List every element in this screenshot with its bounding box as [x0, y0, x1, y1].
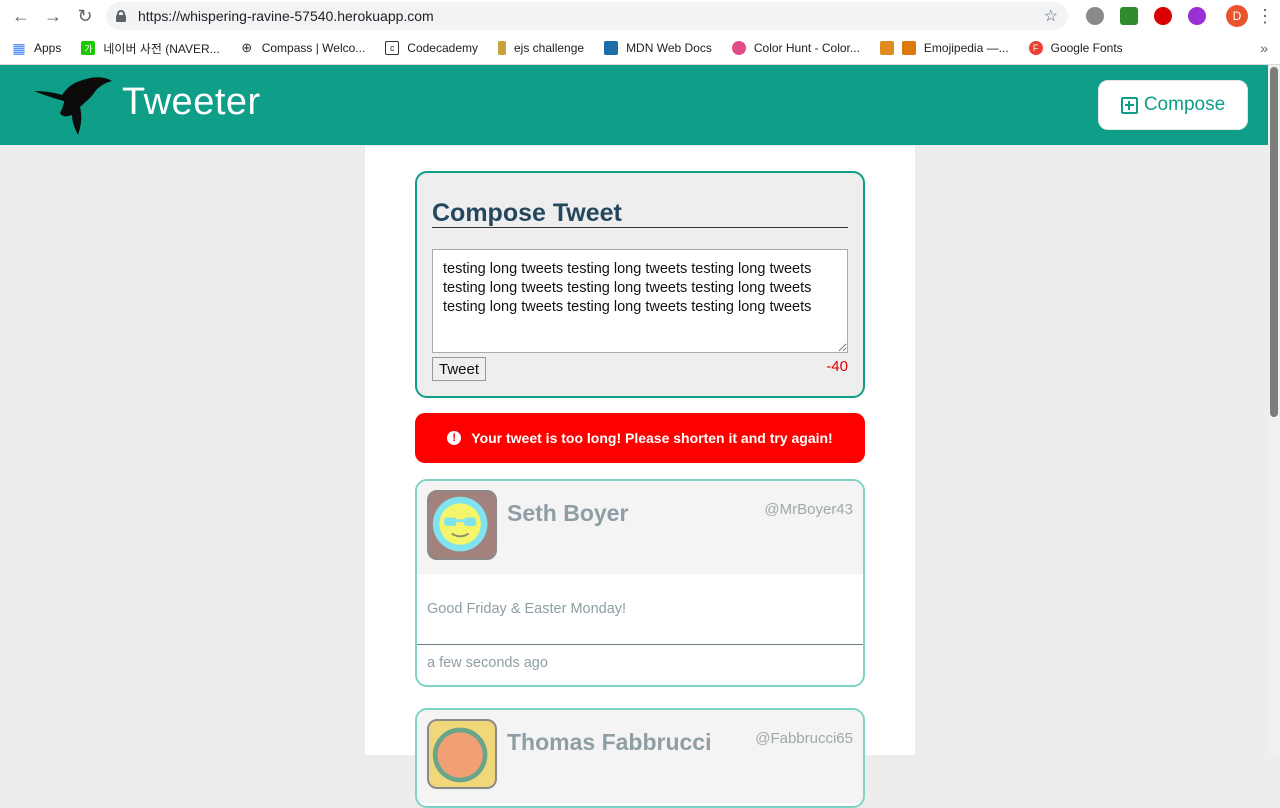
stop-extension-icon[interactable]: [1154, 7, 1172, 25]
bookmark-label: Color Hunt - Color...: [753, 41, 860, 55]
compose-button-label: Compose: [1143, 94, 1226, 115]
bookmark-label: Google Fonts: [1050, 41, 1123, 55]
app-title: Tweeter: [122, 81, 261, 123]
tweet-author-handle: @Fabbrucci65: [755, 730, 853, 747]
bookmark-apps[interactable]: ▦ Apps: [12, 39, 62, 56]
address-bar[interactable]: https://whispering-ravine-57540.herokuap…: [106, 2, 1068, 30]
bookmark-label: 네이버 사전 (NAVER...: [103, 41, 220, 56]
error-text: Your tweet is too long! Please shorten i…: [471, 430, 833, 446]
sunglasses-face-icon: [432, 496, 488, 552]
face-avatar-icon: [432, 727, 488, 783]
plus-square-icon: [1120, 96, 1138, 114]
bookmark-label: Compass | Welco...: [261, 41, 366, 55]
compose-button[interactable]: Compose: [1098, 80, 1248, 130]
tweet-header: Seth Boyer @MrBoyer43: [417, 481, 863, 574]
bookmark-mdn[interactable]: MDN Web Docs: [604, 41, 712, 55]
lock-icon: [116, 10, 126, 22]
colorhunt-icon: [731, 41, 746, 55]
character-counter: -40: [826, 358, 848, 375]
more-bookmarks-icon[interactable]: »: [1260, 40, 1268, 56]
bookmark-label: Emojipedia —...: [923, 41, 1009, 55]
compose-title: Compose Tweet: [432, 199, 622, 227]
tweet-body: Good Friday & Easter Monday!: [417, 574, 863, 645]
ejs-icon: [498, 41, 506, 55]
bookmark-star-icon[interactable]: ☆: [1044, 6, 1058, 26]
bookmark-colorhunt[interactable]: Color Hunt - Color...: [731, 41, 860, 55]
tweet-article: Seth Boyer @MrBoyer43 Good Friday & East…: [415, 479, 865, 687]
bookmark-label: MDN Web Docs: [626, 41, 712, 55]
bookmark-google-fonts[interactable]: F Google Fonts: [1028, 41, 1123, 55]
tweet-author-handle: @MrBoyer43: [764, 501, 853, 518]
google-fonts-icon: F: [1028, 41, 1043, 55]
bookmark-compass[interactable]: ⊕ Compass | Welco...: [240, 40, 366, 55]
bookmark-label: ejs challenge: [514, 41, 585, 55]
compass-icon: ⊕: [241, 40, 253, 55]
hummingbird-logo-icon: [34, 77, 112, 135]
browser-toolbar: ← → ↻ https://whispering-ravine-57540.he…: [0, 0, 1280, 32]
bookmark-label: Codecademy: [407, 41, 478, 55]
profile-avatar[interactable]: D: [1226, 5, 1248, 27]
compose-divider: [432, 227, 848, 228]
html-tree-extension-icon[interactable]: [1120, 7, 1138, 25]
bookmark-ejs[interactable]: ejs challenge: [498, 41, 584, 55]
tweet-author-name: Seth Boyer: [507, 500, 629, 526]
error-message: ! Your tweet is too long! Please shorten…: [415, 413, 865, 463]
tweet-header: Thomas Fabbrucci @Fabbrucci65: [417, 710, 863, 803]
scrollbar-thumb[interactable]: [1270, 67, 1278, 417]
emojipedia-book-icon: [901, 41, 916, 55]
tweet-article: Thomas Fabbrucci @Fabbrucci65: [415, 708, 865, 808]
bookmark-codecademy[interactable]: c Codecademy: [385, 41, 478, 55]
codecademy-icon: c: [385, 41, 400, 55]
url-text[interactable]: https://whispering-ravine-57540.herokuap…: [138, 8, 1044, 24]
main-container: Compose Tweet testing long tweets testin…: [365, 146, 915, 808]
mdn-icon: [604, 41, 619, 55]
tweet-submit-button[interactable]: Tweet: [432, 357, 486, 381]
bookmark-label: Apps: [34, 41, 62, 55]
reload-icon[interactable]: ↻: [74, 5, 96, 27]
app-header: Tweeter Compose: [0, 65, 1280, 145]
apps-grid-icon: ▦: [12, 39, 26, 56]
avatar: [427, 719, 497, 789]
bookmarks-bar: ▦ Apps 가 네이버 사전 (NAVER... ⊕ Compass | We…: [0, 32, 1280, 65]
bookmark-naver[interactable]: 가 네이버 사전 (NAVER...: [81, 40, 220, 57]
avatar: [427, 490, 497, 560]
tweet-timestamp: a few seconds ago: [427, 655, 548, 671]
bug-extension-icon[interactable]: [1086, 7, 1104, 25]
bookmark-emojipedia[interactable]: Emojipedia —...: [879, 41, 1009, 55]
back-arrow-icon[interactable]: ←: [10, 5, 32, 27]
forward-arrow-icon[interactable]: →: [42, 5, 64, 27]
page-scrollbar[interactable]: [1268, 65, 1280, 755]
tweet-textarea[interactable]: testing long tweets testing long tweets …: [432, 249, 848, 353]
compose-tweet-section: Compose Tweet testing long tweets testin…: [415, 171, 865, 398]
emojipedia-icon: [879, 41, 894, 55]
tweet-author-name: Thomas Fabbrucci: [507, 729, 712, 755]
color-picker-extension-icon[interactable]: [1188, 7, 1206, 25]
exclamation-circle-icon: !: [447, 431, 462, 445]
tweet-footer: a few seconds ago: [417, 645, 863, 685]
browser-menu-icon[interactable]: ⋮: [1256, 6, 1274, 27]
naver-dict-icon: 가: [81, 41, 96, 55]
tweet-content: Good Friday & Easter Monday!: [427, 601, 627, 617]
